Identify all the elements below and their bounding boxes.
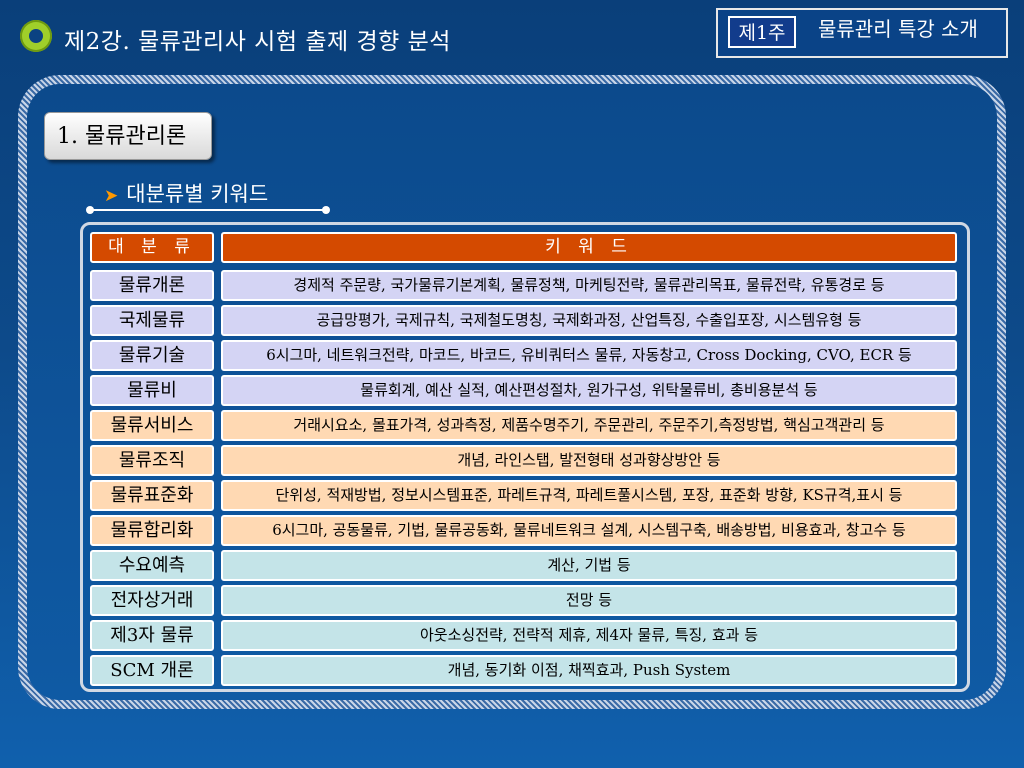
week-box: 제1주 물류관리 특강 소개 bbox=[716, 8, 1008, 58]
heading-underline bbox=[86, 206, 330, 214]
section-tab: 1. 물류관리론 bbox=[44, 112, 212, 160]
category-cell: 물류표준화 bbox=[90, 480, 214, 511]
keywords-cell: 단위성, 적재방법, 정보시스템표준, 파레트규격, 파레트풀시스템, 포장, … bbox=[221, 480, 957, 511]
table-row: SCM 개론 개념, 동기화 이점, 채찍효과, Push System bbox=[90, 655, 958, 686]
category-cell: SCM 개론 bbox=[90, 655, 214, 686]
category-cell: 물류기술 bbox=[90, 340, 214, 371]
keywords-cell: 개념, 라인스탭, 발전형태 성과향상방안 등 bbox=[221, 445, 957, 476]
table-row: 물류비 물류회계, 예산 실적, 예산편성절차, 원가구성, 위탁물류비, 총비용… bbox=[90, 375, 958, 406]
keywords-cell: 거래시요소, 몰표가격, 성과측정, 제품수명주기, 주문관리, 주문주기,측정… bbox=[221, 410, 957, 441]
table-row: 물류개론 경제적 주문량, 국가물류기본계획, 물류정책, 마케팅전략, 물류관리… bbox=[90, 270, 958, 301]
title-bullet-icon bbox=[20, 20, 52, 52]
category-cell: 물류합리화 bbox=[90, 515, 214, 546]
table-row: 물류기술 6시그마, 네트워크전략, 마코드, 바코드, 유비쿼터스 물류, 자동… bbox=[90, 340, 958, 371]
keywords-cell: 6시그마, 공동물류, 기법, 물류공동화, 물류네트워크 설계, 시스템구축,… bbox=[221, 515, 957, 546]
category-cell: 물류서비스 bbox=[90, 410, 214, 441]
sub-heading-text: 대분류별 키워드 bbox=[126, 182, 269, 206]
category-cell: 국제물류 bbox=[90, 305, 214, 336]
category-cell: 물류개론 bbox=[90, 270, 214, 301]
table-row: 물류표준화 단위성, 적재방법, 정보시스템표준, 파레트규격, 파레트풀시스템,… bbox=[90, 480, 958, 511]
category-cell: 제3자 물류 bbox=[90, 620, 214, 651]
table-row: 수요예측 계산, 기법 등 bbox=[90, 550, 958, 581]
table-header-row: 대 분 류 키 워 드 bbox=[90, 232, 958, 263]
keywords-cell: 계산, 기법 등 bbox=[221, 550, 957, 581]
category-cell: 전자상거래 bbox=[90, 585, 214, 616]
keywords-cell: 아웃소싱전략, 전략적 제휴, 제4자 물류, 특징, 효과 등 bbox=[221, 620, 957, 651]
header-keywords-cell: 키 워 드 bbox=[221, 232, 957, 263]
keywords-cell: 물류회계, 예산 실적, 예산편성절차, 원가구성, 위탁물류비, 총비용분석 … bbox=[221, 375, 957, 406]
table-row: 물류서비스 거래시요소, 몰표가격, 성과측정, 제품수명주기, 주문관리, 주문… bbox=[90, 410, 958, 441]
table-row: 국제물류 공급망평가, 국제규칙, 국제철도명칭, 국제화과정, 산업특징, 수출… bbox=[90, 305, 958, 336]
table-row: 물류합리화 6시그마, 공동물류, 기법, 물류공동화, 물류네트워크 설계, 시… bbox=[90, 515, 958, 546]
keywords-cell: 공급망평가, 국제규칙, 국제철도명칭, 국제화과정, 산업특징, 수출입포장,… bbox=[221, 305, 957, 336]
header-category-cell: 대 분 류 bbox=[90, 232, 214, 263]
page-title: 제2강. 물류관리사 시험 출제 경향 분석 bbox=[64, 29, 451, 55]
keywords-cell: 개념, 동기화 이점, 채찍효과, Push System bbox=[221, 655, 957, 686]
table-row: 물류조직 개념, 라인스탭, 발전형태 성과향상방안 등 bbox=[90, 445, 958, 476]
keywords-cell: 6시그마, 네트워크전략, 마코드, 바코드, 유비쿼터스 물류, 자동창고, … bbox=[221, 340, 957, 371]
week-badge: 제1주 bbox=[728, 16, 796, 48]
table-row: 전자상거래 전망 등 bbox=[90, 585, 958, 616]
week-title: 물류관리 특강 소개 bbox=[818, 17, 978, 41]
table-row: 제3자 물류 아웃소싱전략, 전략적 제휴, 제4자 물류, 특징, 효과 등 bbox=[90, 620, 958, 651]
arrow-bullet-icon: ➤ bbox=[104, 186, 119, 206]
sub-heading: ➤ 대분류별 키워드 bbox=[104, 178, 268, 208]
category-cell: 수요예측 bbox=[90, 550, 214, 581]
keywords-cell: 전망 등 bbox=[221, 585, 957, 616]
keywords-cell: 경제적 주문량, 국가물류기본계획, 물류정책, 마케팅전략, 물류관리목표, … bbox=[221, 270, 957, 301]
category-cell: 물류비 bbox=[90, 375, 214, 406]
category-cell: 물류조직 bbox=[90, 445, 214, 476]
